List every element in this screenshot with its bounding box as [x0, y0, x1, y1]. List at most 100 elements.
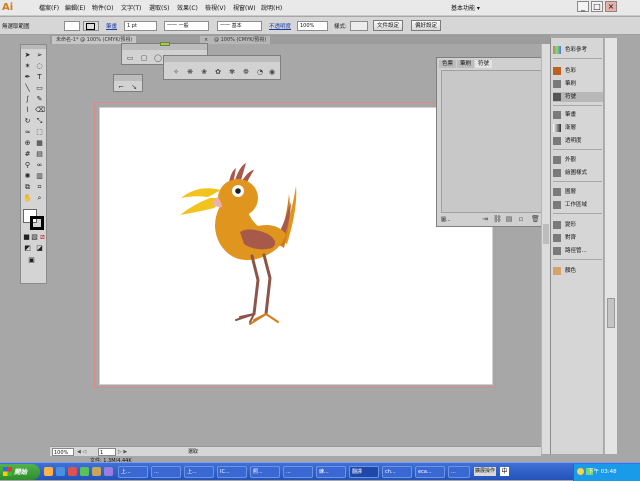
- dock-item-appearance[interactable]: 外觀: [553, 155, 603, 165]
- artboard-tool-icon[interactable]: ⧉: [23, 183, 32, 192]
- document-setup-button[interactable]: 文件設定: [373, 20, 404, 31]
- dock-item-transparency[interactable]: 透明度: [553, 136, 603, 146]
- taskbar-item-4[interactable]: IC...: [217, 466, 247, 478]
- fill-swatch[interactable]: [64, 21, 80, 31]
- quick-launch-1-icon[interactable]: [44, 467, 53, 476]
- document-tab-2[interactable]: @ 100% (CMYK/預視): [210, 36, 271, 44]
- stroke-color-swatch[interactable]: [30, 216, 44, 230]
- wrinkle-icon[interactable]: ❁: [242, 68, 250, 76]
- free-transform-icon[interactable]: ⬚: [35, 128, 44, 137]
- pen-tool-icon[interactable]: ✒: [23, 73, 32, 82]
- floating-toolbar-3-grip[interactable]: [164, 56, 280, 62]
- taskbar-language-indicator[interactable]: 擴展操作: [474, 467, 496, 476]
- pucker-icon[interactable]: ❋: [186, 68, 194, 76]
- pencil-icon[interactable]: ✎: [35, 95, 44, 104]
- style-select[interactable]: [350, 21, 368, 31]
- paintbrush-icon[interactable]: ∫: [23, 95, 32, 104]
- menu-item-view[interactable]: 檢視(V): [205, 3, 226, 12]
- symbols-list[interactable]: [441, 70, 545, 213]
- quick-launch-2-icon[interactable]: [56, 467, 65, 476]
- bloat-icon[interactable]: ❀: [200, 68, 208, 76]
- app-vertical-scrollbar[interactable]: [604, 38, 617, 454]
- type-tool-icon[interactable]: T: [35, 73, 44, 82]
- dock-item-artboards[interactable]: 工作區域: [553, 200, 603, 210]
- taskbar-item-5[interactable]: 照...: [250, 466, 280, 478]
- brush-definition-select[interactable]: 一一 一般: [164, 21, 209, 31]
- scale-tool-icon[interactable]: ⤡: [35, 117, 44, 126]
- floating-toolbar-2-grip[interactable]: [114, 75, 142, 81]
- direct-selection-icon[interactable]: ➢: [35, 51, 44, 60]
- canvas-vertical-scrollbar[interactable]: [541, 44, 550, 454]
- graphic-style-select[interactable]: 一一 基本: [217, 21, 262, 31]
- draw-normal-icon[interactable]: ◩: [23, 244, 32, 253]
- taskbar-item-1[interactable]: 上...: [118, 466, 148, 478]
- mesh-tool-icon[interactable]: #: [23, 150, 32, 159]
- zoom-tool-icon[interactable]: ⌕: [35, 194, 44, 203]
- dock-item-graphic-styles[interactable]: 繪圖樣式: [553, 168, 603, 178]
- canvas-scroll-thumb[interactable]: [543, 224, 549, 244]
- taskbar-item-3[interactable]: 上...: [184, 466, 214, 478]
- graph-tool-icon[interactable]: ▥: [35, 172, 44, 181]
- hand-tool-icon[interactable]: ✋: [23, 194, 32, 203]
- opacity-label[interactable]: 不透明度: [269, 22, 291, 30]
- workspace-switcher[interactable]: 基本功能 ▾: [451, 3, 480, 12]
- tab-swatches[interactable]: 色票: [439, 60, 457, 68]
- shape-builder-icon[interactable]: ⊕: [23, 139, 32, 148]
- artboard-number-field[interactable]: 1: [98, 448, 116, 456]
- scallop-icon[interactable]: ✿: [214, 68, 222, 76]
- dock-item-swatches[interactable]: 顏色: [553, 266, 603, 276]
- stroke-weight-field[interactable]: 1 pt: [124, 21, 157, 31]
- menu-item-effect[interactable]: 效果(C): [177, 3, 198, 12]
- stroke-label[interactable]: 筆畫: [106, 22, 117, 30]
- menu-item-window[interactable]: 視窗(W): [233, 3, 256, 12]
- taskbar-item-9[interactable]: ch...: [382, 466, 412, 478]
- twirl-icon[interactable]: ✧: [172, 68, 180, 76]
- next-artboard-icon[interactable]: ▷ ▶: [118, 448, 127, 456]
- dock-item-color[interactable]: 色彩: [553, 66, 603, 76]
- dock-item-transform[interactable]: 變形: [553, 220, 603, 230]
- opacity-field[interactable]: 100%: [297, 21, 328, 31]
- dock-item-pathfinder[interactable]: 路徑管...: [553, 246, 603, 256]
- dock-item-color-guide[interactable]: 色彩參考: [553, 45, 603, 55]
- stroke-swatch[interactable]: [83, 21, 99, 31]
- tray-volume-icon[interactable]: [577, 468, 584, 475]
- taskbar-item-10[interactable]: eca...: [415, 466, 445, 478]
- gradient-tool-icon[interactable]: ▤: [35, 150, 44, 159]
- dock-item-align[interactable]: 對齊: [553, 233, 603, 243]
- ellipse-icon[interactable]: ◯: [154, 54, 162, 62]
- rotate-tool-icon[interactable]: ↻: [23, 117, 32, 126]
- quick-launch-4-icon[interactable]: [80, 467, 89, 476]
- none-mode-icon[interactable]: ⧄: [38, 233, 47, 242]
- menu-item-object[interactable]: 物件(O): [92, 3, 113, 12]
- menu-item-select[interactable]: 選取(S): [149, 3, 170, 12]
- quick-launch-5-icon[interactable]: [92, 467, 101, 476]
- tab-symbols[interactable]: 符號: [475, 60, 493, 68]
- quick-launch-6-icon[interactable]: [104, 467, 113, 476]
- eyedropper-icon[interactable]: ⚲: [23, 161, 32, 170]
- width-tool-icon[interactable]: ◔: [256, 68, 264, 76]
- menu-item-type[interactable]: 文字(T): [121, 3, 141, 12]
- taskbar-item-11[interactable]: ...: [448, 466, 470, 478]
- preferences-button[interactable]: 偏好設定: [411, 20, 442, 31]
- magic-wand-icon[interactable]: ✶: [23, 62, 32, 71]
- selection-tool-icon[interactable]: ➤: [23, 51, 32, 60]
- dock-item-brushes[interactable]: 筆刷: [553, 79, 603, 89]
- rectangle-tool-icon[interactable]: ▭: [35, 84, 44, 93]
- bird-illustration[interactable]: [100, 108, 494, 386]
- taskbar-item-8[interactable]: 翻譯: [349, 466, 379, 478]
- dock-item-stroke[interactable]: 筆畫: [553, 110, 603, 120]
- tools-panel-grip[interactable]: [21, 45, 46, 49]
- rounded-rect-icon[interactable]: ▢: [140, 54, 148, 62]
- perspective-grid-icon[interactable]: ▦: [35, 139, 44, 148]
- dock-item-symbols[interactable]: 符號: [553, 92, 603, 102]
- taskbar-item-2[interactable]: ...: [151, 466, 181, 478]
- new-symbol-icon[interactable]: ▫: [517, 215, 525, 223]
- delete-symbol-icon[interactable]: 🗑: [531, 215, 540, 223]
- symbols-library-label[interactable]: 圖...: [441, 216, 451, 223]
- ime-indicator[interactable]: 中: [500, 467, 509, 476]
- warp-tool-icon[interactable]: ≈: [23, 128, 32, 137]
- warp-icon[interactable]: ◉: [268, 68, 276, 76]
- eraser-icon[interactable]: ⌫: [35, 106, 45, 115]
- menu-item-file[interactable]: 檔案(F): [39, 3, 59, 12]
- minimize-button[interactable]: _: [577, 1, 589, 12]
